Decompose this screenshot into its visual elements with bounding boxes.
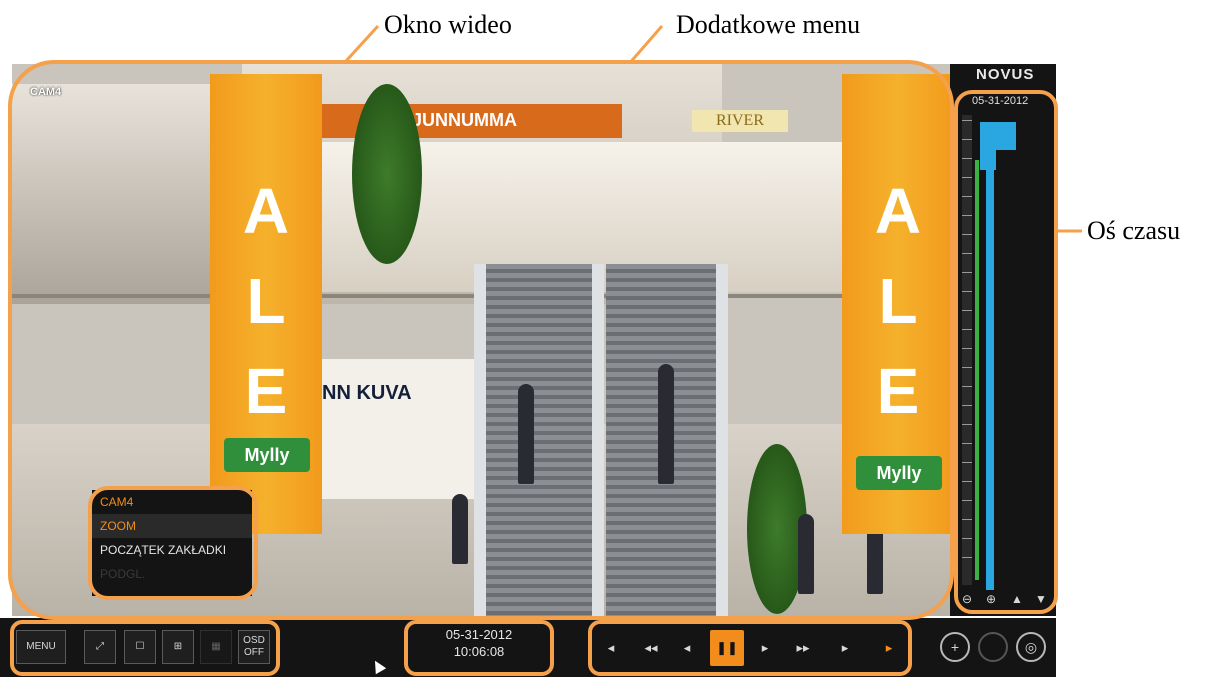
annotation-box-datetime <box>404 620 554 676</box>
annotation-box-playback <box>588 620 912 676</box>
magnifier-zoom-in-icon[interactable]: + <box>940 632 970 662</box>
magnifier-disabled-icon <box>978 632 1008 662</box>
annotation-box-timeline <box>954 90 1058 614</box>
annotation-box-menu <box>88 486 258 600</box>
novus-logo: NOVUS <box>976 66 1035 83</box>
target-icon[interactable]: ◎ <box>1016 632 1046 662</box>
annotation-box-toolbar-left <box>10 620 280 676</box>
